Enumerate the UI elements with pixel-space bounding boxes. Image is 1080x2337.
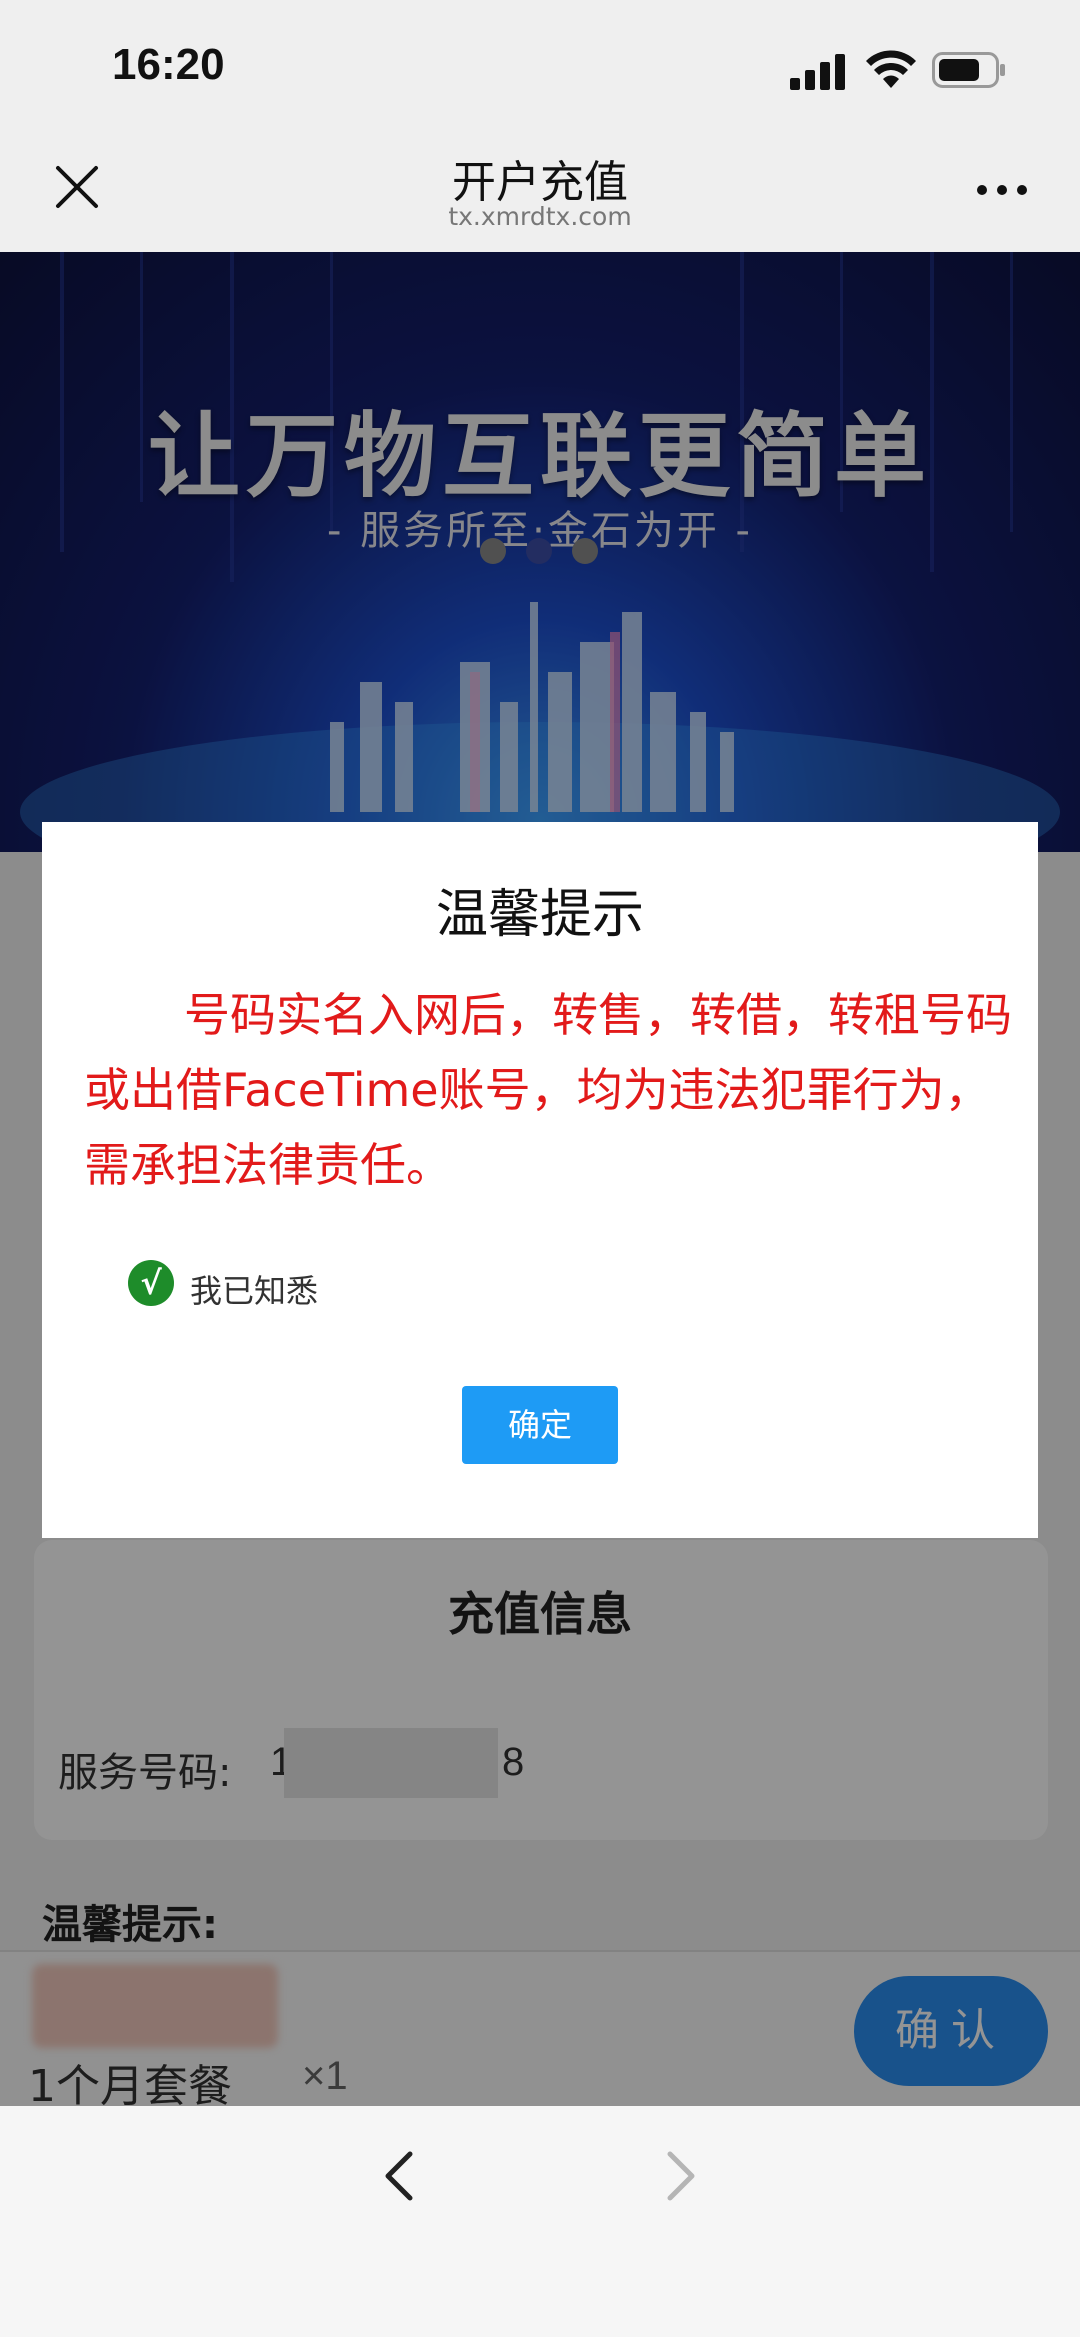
- wifi-icon: [866, 50, 916, 88]
- page-domain: tx.xmrdtx.com: [448, 202, 632, 231]
- checkmark-icon[interactable]: √: [128, 1260, 174, 1306]
- acknowledge-label[interactable]: 我已知悉: [190, 1266, 318, 1312]
- status-time: 16:20: [112, 40, 225, 89]
- dialog-warning-message: 号码实名入网后，转售，转借，转租号码或出借FaceTime账号，均为违法犯罪行为…: [84, 988, 1012, 1192]
- cellular-signal-icon: [790, 54, 845, 90]
- dialog-ok-button[interactable]: 确定: [462, 1386, 618, 1464]
- warning-dialog: 温馨提示 号码实名入网后，转售，转借，转租号码或出借FaceTime账号，均为违…: [42, 822, 1038, 1538]
- browser-toolbar: [0, 2106, 1080, 2337]
- forward-arrow-icon[interactable]: [660, 2146, 700, 2206]
- back-arrow-icon[interactable]: [380, 2146, 420, 2206]
- page-title: 开户充值: [452, 157, 628, 208]
- more-options-icon[interactable]: [974, 180, 1030, 200]
- battery-icon: [932, 52, 1005, 88]
- dialog-title: 温馨提示: [435, 885, 644, 945]
